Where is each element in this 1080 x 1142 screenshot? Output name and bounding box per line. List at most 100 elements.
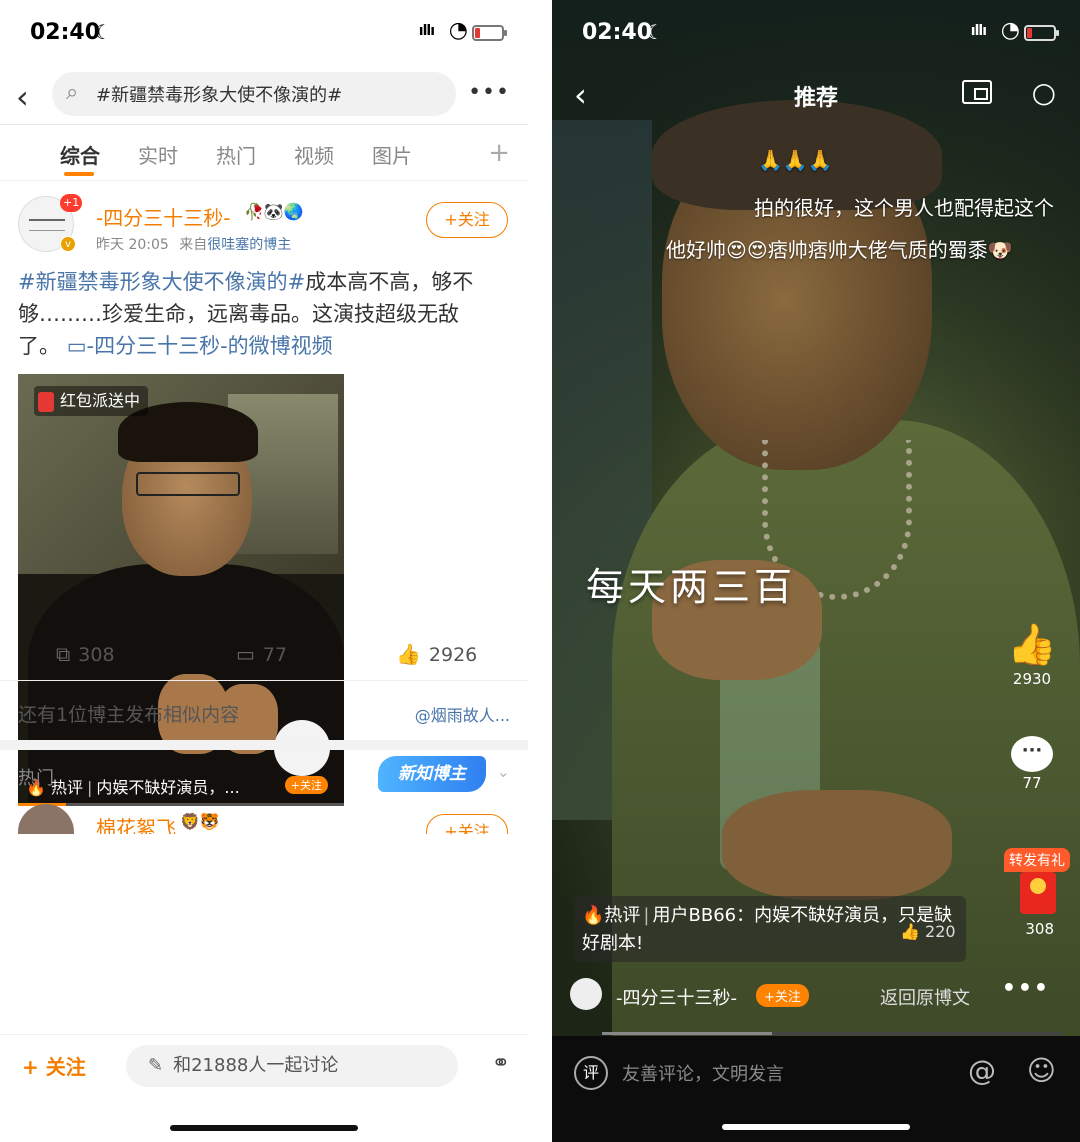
like-count: 2930 xyxy=(1012,670,1052,688)
tab-comprehensive[interactable]: 综合 xyxy=(60,140,100,169)
danmu-comment: 拍的很好，这个男人也配得起这个 xyxy=(754,196,1054,220)
status-bar: 02:40 ☾ ıllı ◔ xyxy=(552,0,1080,66)
similar-text: 还有1位博主发布相似内容 xyxy=(18,704,240,726)
search-bar: ‹ ⌕ ••• xyxy=(0,70,528,120)
similar-user-link[interactable]: @烟雨故人... xyxy=(415,702,510,726)
hot-comment-likes[interactable]: 👍 220 xyxy=(900,922,956,941)
video-link[interactable]: ▭-四分三十三秒-的微博视频 xyxy=(67,334,333,358)
signal-icon: ıllı xyxy=(970,23,987,39)
repost-button[interactable]: ⧉ 308 xyxy=(56,642,115,666)
follow-button[interactable]: +关注 xyxy=(756,984,809,1007)
hot-comment-like-count: 220 xyxy=(925,922,956,941)
repost-count: 308 xyxy=(78,644,115,666)
notification-badge: +1 xyxy=(60,194,83,212)
red-envelope-icon[interactable] xyxy=(1020,872,1056,914)
back-to-original-link[interactable]: 返回原博文 xyxy=(880,984,970,1010)
home-indicator xyxy=(170,1125,358,1131)
search-icon[interactable]: ○ xyxy=(1032,76,1056,109)
repost-count: 308 xyxy=(1025,920,1054,938)
source-prefix: 来自 xyxy=(179,237,208,253)
status-time: 02:40 xyxy=(30,20,101,45)
follow-button[interactable]: +关注 xyxy=(426,814,508,834)
video-link-icon: ▭ xyxy=(66,334,87,358)
more-icon[interactable]: ••• xyxy=(1002,976,1050,1001)
video-player-screen: 02:40 ☾ ıllı ◔ ‹ 推荐 ○ 🙏🙏🙏 拍的很好，这个男人也配得起这… xyxy=(552,0,1080,1142)
tab-hot[interactable]: 热门 xyxy=(216,140,256,169)
discuss-input[interactable]: ✎ 和21888人一起讨论 xyxy=(126,1045,458,1087)
comment-count: 77 xyxy=(262,644,288,666)
red-packet-badge: 红包派送中 xyxy=(34,386,149,416)
follow-button[interactable]: +关注 xyxy=(426,202,508,238)
new-knowledge-blogger-promo[interactable]: 新知博主 xyxy=(378,756,486,792)
comment-input[interactable]: 友善评论，文明发言 xyxy=(622,1060,784,1086)
author-name[interactable]: -四分三十三秒- xyxy=(96,202,230,231)
fire-icon: 🔥 xyxy=(582,905,605,926)
post-source[interactable]: 很哇塞的博主 xyxy=(207,237,291,253)
repost-gift-label[interactable]: 转发有礼 xyxy=(1004,848,1070,872)
result-tabs: 综合 实时 热门 视频 图片 + xyxy=(0,138,528,178)
like-button[interactable]: 👍 2926 xyxy=(396,642,477,666)
avatar[interactable] xyxy=(570,978,602,1010)
moon-icon: ☾ xyxy=(646,20,664,44)
repost-icon: ⧉ xyxy=(56,642,71,666)
hot-section-header: 热门 新知博主 ⌄ xyxy=(0,750,528,800)
tab-images[interactable]: 图片 xyxy=(372,140,412,169)
thumbs-up-icon: 👍 xyxy=(1007,622,1057,668)
mention-icon[interactable]: @ xyxy=(968,1054,996,1087)
like-button[interactable]: 👍 2930 xyxy=(1002,622,1062,688)
wifi-icon: ◔ xyxy=(1000,18,1020,43)
avatar[interactable] xyxy=(18,804,74,834)
author-name[interactable]: -四分三十三秒- xyxy=(616,984,737,1010)
author-badges: 🥀🐼🌏 xyxy=(244,202,304,221)
battery-icon xyxy=(472,25,507,41)
comment-bar: 评 友善评论，文明发言 @ ☺ xyxy=(552,1036,1080,1142)
comment-button[interactable]: ▭ 77 xyxy=(236,642,287,666)
hashtag-link[interactable]: #新疆禁毒形象大使不像演的# xyxy=(18,270,305,294)
more-icon[interactable]: ••• xyxy=(468,80,510,105)
author-name[interactable]: 棉花絮飞 xyxy=(96,812,176,834)
weibo-search-screen: 02:40 ☾ ıllı ◔ ‹ ⌕ ••• 综合 实时 热门 视频 图片 + … xyxy=(0,0,528,1142)
post-meta: 昨天 20:05 来自很哇塞的博主 xyxy=(96,234,291,254)
hot-section-title: 热门 xyxy=(18,768,54,789)
comment-bubble-icon: ··· xyxy=(1011,736,1053,772)
search-input[interactable] xyxy=(96,78,436,110)
chevron-down-icon[interactable]: ⌄ xyxy=(497,762,510,781)
video-subtitle: 每天两三百 xyxy=(586,565,797,609)
post-text: #新疆禁毒形象大使不像演的#成本高不高，够不够………珍爱生命，远离毒品。这演技超… xyxy=(18,266,498,362)
emoji-icon[interactable]: ☺ xyxy=(1027,1054,1056,1087)
danmu-comment: 他好帅😍😍痞帅痞帅大佬气质的蜀黍🐶 xyxy=(666,238,1013,262)
search-box[interactable]: ⌕ xyxy=(52,72,456,116)
wifi-icon: ◔ xyxy=(448,18,468,43)
comment-button[interactable]: ··· 77 xyxy=(1002,736,1062,792)
next-post-preview: 棉花絮飞 🦁🐯 +关注 xyxy=(0,800,528,834)
like-count: 2926 xyxy=(428,644,478,666)
danmu-comment: 🙏🙏🙏 xyxy=(758,148,833,172)
add-tab-icon[interactable]: + xyxy=(488,138,510,168)
search-icon: ⌕ xyxy=(66,80,79,105)
comment-count: 77 xyxy=(1022,774,1042,792)
back-icon[interactable]: ‹ xyxy=(16,78,29,116)
video-progress-bar[interactable] xyxy=(602,1032,1062,1035)
red-packet-label: 红包派送中 xyxy=(60,391,141,410)
status-time: 02:40 xyxy=(582,20,653,45)
comment-input-icon: 评 xyxy=(574,1056,608,1090)
tab-realtime[interactable]: 实时 xyxy=(138,140,178,169)
pencil-icon: ✎ xyxy=(148,1055,164,1076)
video-top-bar: ‹ 推荐 ○ xyxy=(552,70,1080,120)
active-tab-indicator xyxy=(64,172,94,176)
author-badges: 🦁🐯 xyxy=(180,812,220,831)
share-icon[interactable]: ⚭ xyxy=(492,1051,510,1076)
bottom-follow-button[interactable]: + 关注 xyxy=(22,1051,86,1080)
picture-in-picture-icon[interactable] xyxy=(962,80,992,104)
thumbs-up-icon: 👍 xyxy=(396,642,421,666)
video-link-text: -四分三十三秒-的微博视频 xyxy=(86,334,333,358)
discuss-label: 和21888人一起讨论 xyxy=(173,1055,339,1076)
similar-content-row[interactable]: 还有1位博主发布相似内容 @烟雨故人... xyxy=(0,688,528,740)
tab-video[interactable]: 视频 xyxy=(294,140,334,169)
battery-icon xyxy=(1024,25,1059,41)
status-bar: 02:40 ☾ ıllı ◔ xyxy=(0,0,528,66)
comment-icon: ▭ xyxy=(236,642,255,666)
video-author-row: -四分三十三秒- +关注 返回原博文 ••• xyxy=(570,976,1080,1014)
hot-comment-label: 热评 xyxy=(604,905,641,926)
post-time: 昨天 20:05 xyxy=(96,237,169,253)
